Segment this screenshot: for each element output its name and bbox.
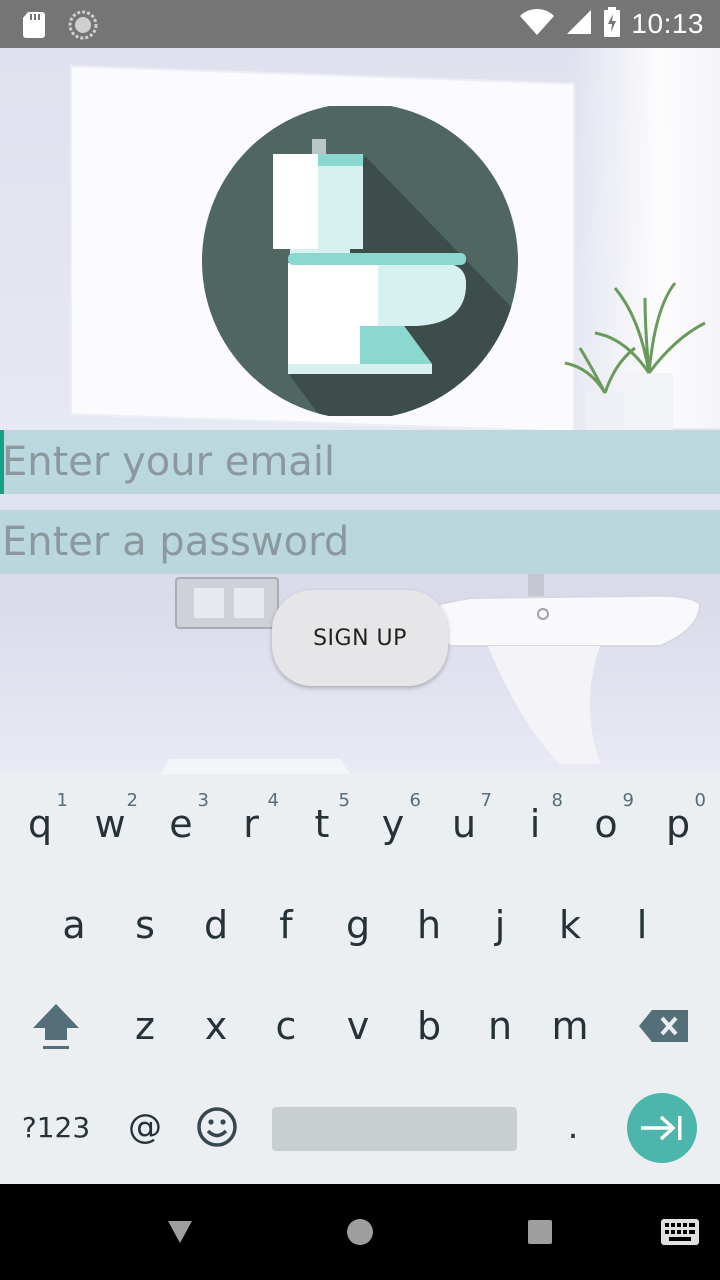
key-f[interactable]: f bbox=[250, 875, 322, 975]
recents-button[interactable] bbox=[500, 1184, 580, 1280]
sd-card-icon bbox=[22, 11, 46, 43]
keyboard-row-4: ?123 @ . bbox=[0, 1077, 720, 1177]
clock: 10:13 bbox=[631, 8, 704, 39]
signup-screen: SIGN UP bbox=[0, 48, 720, 774]
key-m[interactable]: m bbox=[534, 976, 606, 1076]
soft-keyboard: q1 w2 e3 r4 t5 y6 u7 i8 o9 p0 a s d f g … bbox=[0, 774, 720, 1184]
signal-icon bbox=[565, 8, 593, 40]
key-w[interactable]: w2 bbox=[74, 774, 146, 874]
key-h[interactable]: h bbox=[393, 875, 465, 975]
key-t[interactable]: t5 bbox=[286, 774, 358, 874]
key-x[interactable]: x bbox=[180, 976, 252, 1076]
shift-arrow-icon bbox=[33, 1004, 79, 1049]
text-cursor bbox=[0, 430, 4, 494]
key-j[interactable]: j bbox=[464, 875, 536, 975]
key-l[interactable]: l bbox=[606, 875, 678, 975]
key-a[interactable]: a bbox=[38, 875, 110, 975]
key-period[interactable]: . bbox=[540, 1077, 606, 1177]
key-q[interactable]: q1 bbox=[4, 774, 76, 874]
plant-decoration bbox=[564, 282, 706, 433]
navigation-bar bbox=[0, 1184, 720, 1280]
key-z[interactable]: z bbox=[109, 976, 181, 1076]
symbols-key[interactable]: ?123 bbox=[14, 1077, 98, 1177]
recents-square-icon bbox=[528, 1220, 552, 1244]
wifi-icon bbox=[519, 8, 555, 40]
key-v[interactable]: v bbox=[322, 976, 394, 1076]
sync-icon bbox=[68, 10, 98, 44]
shift-key[interactable] bbox=[16, 976, 96, 1076]
key-p[interactable]: p0 bbox=[642, 774, 714, 874]
key-c[interactable]: c bbox=[250, 976, 322, 1076]
key-at[interactable]: @ bbox=[110, 1077, 180, 1177]
home-button[interactable] bbox=[320, 1184, 400, 1280]
back-triangle-icon bbox=[168, 1221, 192, 1243]
key-y[interactable]: y6 bbox=[357, 774, 429, 874]
battery-charging-icon bbox=[603, 7, 621, 41]
email-input[interactable] bbox=[0, 430, 720, 494]
key-d[interactable]: d bbox=[180, 875, 252, 975]
key-k[interactable]: k bbox=[534, 875, 606, 975]
keyboard-row-1: q1 w2 e3 r4 t5 y6 u7 i8 o9 p0 bbox=[0, 774, 720, 874]
signup-button[interactable]: SIGN UP bbox=[272, 590, 448, 686]
toilet-logo bbox=[202, 106, 518, 416]
emoji-icon bbox=[197, 1107, 237, 1147]
key-b[interactable]: b bbox=[393, 976, 465, 1076]
key-s[interactable]: s bbox=[109, 875, 181, 975]
emoji-key[interactable] bbox=[182, 1077, 252, 1177]
key-g[interactable]: g bbox=[322, 875, 394, 975]
password-input[interactable] bbox=[0, 510, 720, 574]
backspace-icon bbox=[639, 1010, 688, 1042]
key-u[interactable]: u7 bbox=[428, 774, 500, 874]
password-field-container bbox=[0, 510, 720, 574]
next-key[interactable] bbox=[627, 1093, 697, 1163]
status-bar: 10:13 bbox=[0, 0, 720, 48]
key-i[interactable]: i8 bbox=[499, 774, 571, 874]
keyboard-icon bbox=[661, 1219, 699, 1245]
back-button[interactable] bbox=[140, 1184, 220, 1280]
key-o[interactable]: o9 bbox=[570, 774, 642, 874]
tab-next-icon bbox=[641, 1115, 682, 1141]
key-e[interactable]: e3 bbox=[145, 774, 217, 874]
keyboard-row-3: z x c v b n m bbox=[0, 976, 720, 1076]
keyboard-switch-button[interactable] bbox=[640, 1184, 720, 1280]
key-r[interactable]: r4 bbox=[215, 774, 287, 874]
space-bar[interactable] bbox=[272, 1107, 517, 1151]
delete-key[interactable] bbox=[624, 976, 704, 1076]
home-circle-icon bbox=[347, 1219, 373, 1245]
keyboard-row-2: a s d f g h j k l bbox=[0, 875, 720, 975]
email-field-container bbox=[0, 430, 720, 494]
key-n[interactable]: n bbox=[464, 976, 536, 1076]
